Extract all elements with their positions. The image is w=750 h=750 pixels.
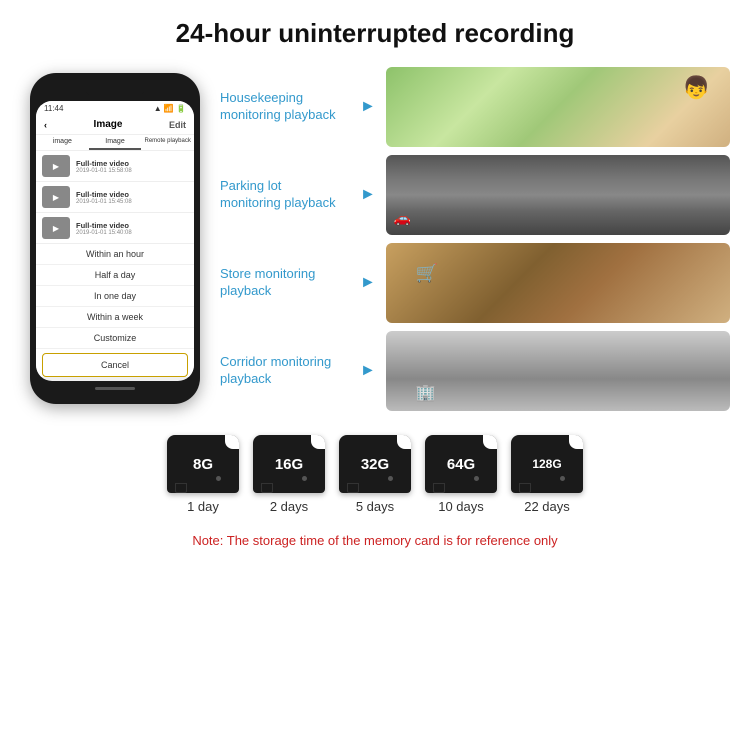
phone-time: 11:44 — [44, 104, 63, 113]
sd-dot-2 — [302, 476, 307, 481]
dropdown-item-3[interactable]: In one day — [36, 286, 194, 307]
phone-edit-button[interactable]: Edit — [169, 120, 186, 130]
sd-card-8g: 8G — [167, 435, 239, 493]
video-title-2: Full-time video — [76, 190, 188, 199]
storage-days-32g: 5 days — [356, 499, 394, 514]
video-thumb-2: ▶ — [42, 186, 70, 208]
sd-notch-1 — [225, 435, 239, 449]
note-section: Note: The storage time of the memory car… — [0, 524, 750, 570]
video-title-3: Full-time video — [76, 221, 188, 230]
monitoring-label-4: Corridor monitoring playback — [220, 354, 350, 388]
video-row-1: ▶ Full-time video 2019-01-01 15:58:08 — [36, 151, 194, 182]
dropdown-item-4[interactable]: Within a week — [36, 307, 194, 328]
monitoring-photo-1 — [386, 67, 730, 147]
phone-back-icon: ‹ — [44, 120, 47, 130]
video-thumb-1: ▶ — [42, 155, 70, 177]
sd-notch-4 — [483, 435, 497, 449]
sd-dot-4 — [474, 476, 479, 481]
phone-home-bar — [95, 387, 135, 390]
sd-dot-1 — [216, 476, 221, 481]
monitoring-label-2: Parking lot monitoring playback — [220, 178, 350, 212]
storage-section: 8G 1 day 16G 2 days 32G 5 days 64G 10 da… — [0, 411, 750, 524]
sd-notch-2 — [311, 435, 325, 449]
monitoring-photo-3 — [386, 243, 730, 323]
phone-tab-remote[interactable]: Remote playback — [141, 135, 194, 150]
phone-mockup: 11:44 ▲ 📶 🔋 ‹ Image Edit image Image Rem… — [20, 73, 210, 404]
phone-dropdown: Within an hour Half a day In one day Wit… — [36, 244, 194, 377]
storage-card-64g: 64G 10 days — [425, 435, 497, 514]
arrow-icon-4: ► — [360, 362, 376, 380]
phone-tab-image[interactable]: image — [36, 135, 89, 150]
video-date-3: 2019-01-01 15:40:08 — [76, 230, 188, 236]
video-thumb-3: ▶ — [42, 217, 70, 239]
video-date-1: 2019-01-01 15:58:08 — [76, 168, 188, 174]
middle-section: 11:44 ▲ 📶 🔋 ‹ Image Edit image Image Rem… — [0, 63, 750, 411]
arrow-icon-1: ► — [360, 98, 376, 116]
monitoring-label-3: Store monitoring playback — [220, 266, 350, 300]
page-title: 24-hour uninterrupted recording — [0, 0, 750, 63]
sd-label-32g: 32G — [361, 456, 389, 473]
monitoring-photo-4 — [386, 331, 730, 411]
video-title-1: Full-time video — [76, 159, 188, 168]
storage-days-8g: 1 day — [187, 499, 219, 514]
phone-body: 11:44 ▲ 📶 🔋 ‹ Image Edit image Image Rem… — [30, 73, 200, 404]
sd-dot-5 — [560, 476, 565, 481]
dropdown-item-1[interactable]: Within an hour — [36, 244, 194, 265]
storage-days-128g: 22 days — [524, 499, 570, 514]
sd-card-16g: 16G — [253, 435, 325, 493]
phone-screen: 11:44 ▲ 📶 🔋 ‹ Image Edit image Image Rem… — [36, 101, 194, 381]
video-row-3: ▶ Full-time video 2019-01-01 15:40:08 — [36, 213, 194, 244]
sd-card-128g: 128G — [511, 435, 583, 493]
phone-status-bar: 11:44 ▲ 📶 🔋 — [36, 101, 194, 115]
storage-card-8g: 8G 1 day — [167, 435, 239, 514]
note-text: Note: The storage time of the memory car… — [192, 533, 557, 548]
monitoring-row-3: Store monitoring playback ► — [220, 243, 730, 323]
video-info-2: Full-time video 2019-01-01 15:45:08 — [76, 190, 188, 205]
sd-notch-3 — [397, 435, 411, 449]
video-row-2: ▶ Full-time video 2019-01-01 15:45:08 — [36, 182, 194, 213]
arrow-icon-2: ► — [360, 186, 376, 204]
storage-days-16g: 2 days — [270, 499, 308, 514]
phone-app-header: ‹ Image Edit — [36, 115, 194, 135]
sd-label-64g: 64G — [447, 456, 475, 473]
sd-card-64g: 64G — [425, 435, 497, 493]
video-date-2: 2019-01-01 15:45:08 — [76, 199, 188, 205]
monitoring-label-1: Housekeeping monitoring playback — [220, 90, 350, 124]
storage-card-32g: 32G 5 days — [339, 435, 411, 514]
phone-tab-image2[interactable]: Image — [89, 135, 142, 150]
dropdown-cancel[interactable]: Cancel — [42, 353, 188, 377]
phone-notch — [85, 83, 145, 97]
storage-card-128g: 128G 22 days — [511, 435, 583, 514]
storage-card-16g: 16G 2 days — [253, 435, 325, 514]
arrow-icon-3: ► — [360, 274, 376, 292]
monitoring-row-4: Corridor monitoring playback ► — [220, 331, 730, 411]
sd-card-32g: 32G — [339, 435, 411, 493]
phone-screen-title: Image — [94, 119, 123, 130]
storage-days-64g: 10 days — [438, 499, 484, 514]
monitoring-photo-2 — [386, 155, 730, 235]
sd-dot-3 — [388, 476, 393, 481]
sd-label-128g: 128G — [532, 457, 561, 471]
dropdown-item-2[interactable]: Half a day — [36, 265, 194, 286]
sd-notch-5 — [569, 435, 583, 449]
video-info-3: Full-time video 2019-01-01 15:40:08 — [76, 221, 188, 236]
monitoring-section: Housekeeping monitoring playback ► Parki… — [220, 67, 730, 411]
phone-tabs: image Image Remote playback — [36, 135, 194, 151]
monitoring-row-2: Parking lot monitoring playback ► — [220, 155, 730, 235]
sd-label-8g: 8G — [193, 456, 213, 473]
dropdown-item-5[interactable]: Customize — [36, 328, 194, 349]
monitoring-row-1: Housekeeping monitoring playback ► — [220, 67, 730, 147]
video-info-1: Full-time video 2019-01-01 15:58:08 — [76, 159, 188, 174]
phone-icons: ▲ 📶 🔋 — [154, 104, 186, 113]
sd-label-16g: 16G — [275, 456, 303, 473]
